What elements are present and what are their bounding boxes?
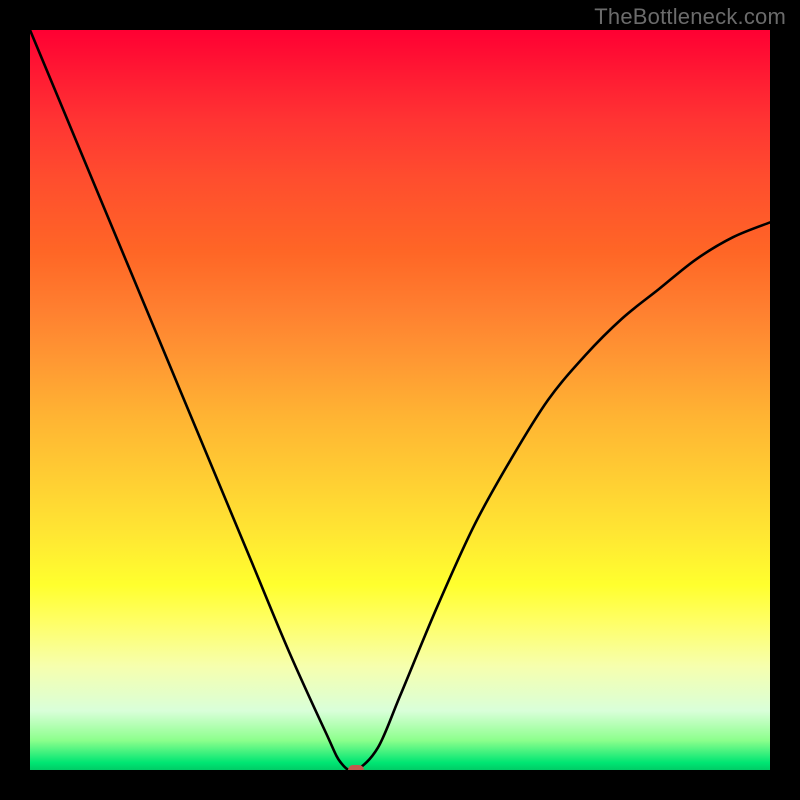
bottleneck-curve [30,30,770,770]
watermark-text: TheBottleneck.com [594,4,786,30]
plot-area [30,30,770,770]
chart-frame: TheBottleneck.com [0,0,800,800]
optimum-marker [348,765,364,770]
